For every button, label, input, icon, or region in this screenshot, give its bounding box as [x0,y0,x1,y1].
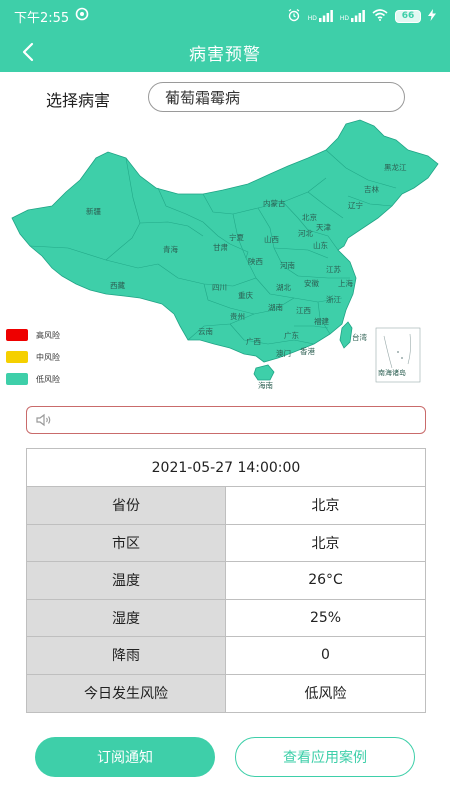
province-label: 湖南 [268,302,283,312]
nav-bar: 病害预警 [0,32,450,72]
province-label: 新疆 [86,206,101,216]
province-label: 浙江 [326,294,341,304]
legend-label-high: 高风险 [36,330,60,340]
province-label: 内蒙古 [263,198,286,208]
legend-item-medium: 中风险 [6,346,96,368]
table-row: 温度 26°C [27,562,425,600]
province-label: 香港 [300,346,315,356]
battery-icon: 66 [395,9,421,23]
disease-select-input[interactable] [148,82,405,112]
view-cases-button[interactable]: 查看应用案例 [235,737,415,777]
legend-swatch-low [6,373,28,385]
province-label: 贵州 [230,311,245,321]
province-label: 青海 [163,244,178,254]
table-datetime: 2021-05-27 14:00:00 [27,449,425,487]
signal-label-1: HD [307,15,317,22]
province-label: 甘肃 [213,242,228,252]
legend-label-medium: 中风险 [36,352,60,362]
province-label: 上海 [338,278,353,288]
south-china-sea-inset: 南海诸岛 [375,327,421,383]
signal-icon-2: HD [340,10,365,22]
table-value: 26°C [226,562,425,599]
status-bar: 下午2:55 HD HD 66 [0,0,450,32]
legend-item-low: 低风险 [6,368,96,390]
chevron-left-icon [22,42,34,62]
app-notification-icon [75,7,89,25]
province-label: 河北 [298,229,313,238]
province-label: 台湾 [352,332,367,342]
disease-selector-row: 选择病害 [0,80,450,114]
table-value: 25% [226,599,425,636]
legend-label-low: 低风险 [36,374,60,384]
province-label: 黑龙江 [384,162,407,172]
disease-selector-label: 选择病害 [46,91,111,110]
province-label: 海南 [258,380,273,390]
table-value: 北京 [226,524,425,561]
table-row: 湿度 25% [27,599,425,637]
table-key: 今日发生风险 [27,674,226,712]
province-label: 吉林 [364,184,379,194]
table-row: 省份 北京 [27,487,425,525]
weather-risk-table: 2021-05-27 14:00:00 省份 北京 市区 北京 温度 26°C … [26,448,426,713]
province-label: 宁夏 [229,232,244,242]
subscribe-button[interactable]: 订阅通知 [35,737,215,777]
table-row: 今日发生风险 低风险 [27,674,425,712]
table-row: 降雨 0 [27,637,425,675]
table-value: 低风险 [226,674,425,712]
province-label: 广西 [246,336,261,346]
table-key: 省份 [27,487,226,524]
province-label: 广东 [284,330,299,340]
table-value: 0 [226,637,425,674]
alarm-icon [287,8,301,25]
province-label: 河南 [280,260,295,270]
province-label: 江苏 [326,264,341,274]
province-label: 云南 [198,326,213,336]
province-label: 福建 [314,316,329,326]
province-label: 四川 [212,283,227,292]
province-label: 重庆 [238,290,253,300]
speaker-icon [36,413,51,427]
province-label: 江西 [296,306,311,315]
province-label: 澳门 [276,348,291,358]
province-label: 湖北 [276,283,291,292]
table-key: 市区 [27,524,226,561]
table-key: 降雨 [27,637,226,674]
province-label: 陕西 [248,256,263,266]
table-value: 北京 [226,487,425,524]
signal-label-2: HD [339,15,349,22]
page-title: 病害预警 [189,44,261,65]
announcement-bar[interactable] [26,406,426,434]
wifi-icon [372,8,388,24]
table-key: 湿度 [27,599,226,636]
hainan-shape[interactable] [253,364,275,381]
legend-swatch-high [6,329,28,341]
legend-swatch-medium [6,351,28,363]
province-label: 西藏 [110,280,125,290]
taiwan-shape[interactable] [339,321,353,349]
inset-label: 南海诸岛 [378,368,406,377]
table-key: 温度 [27,562,226,599]
province-label: 山东 [313,240,328,250]
province-label: 辽宁 [348,200,363,210]
province-label: 安徽 [304,278,319,288]
province-label: 山西 [264,234,279,244]
legend-item-high: 高风险 [6,324,96,346]
charging-icon [428,8,436,24]
province-label: 北京 [302,212,317,222]
back-button[interactable] [14,38,42,66]
status-time: 下午2:55 [14,10,70,26]
risk-legend: 高风险 中风险 低风险 [6,324,96,390]
province-label: 天津 [316,223,331,232]
signal-icon-1: HD [308,10,333,22]
table-row: 市区 北京 [27,524,425,562]
